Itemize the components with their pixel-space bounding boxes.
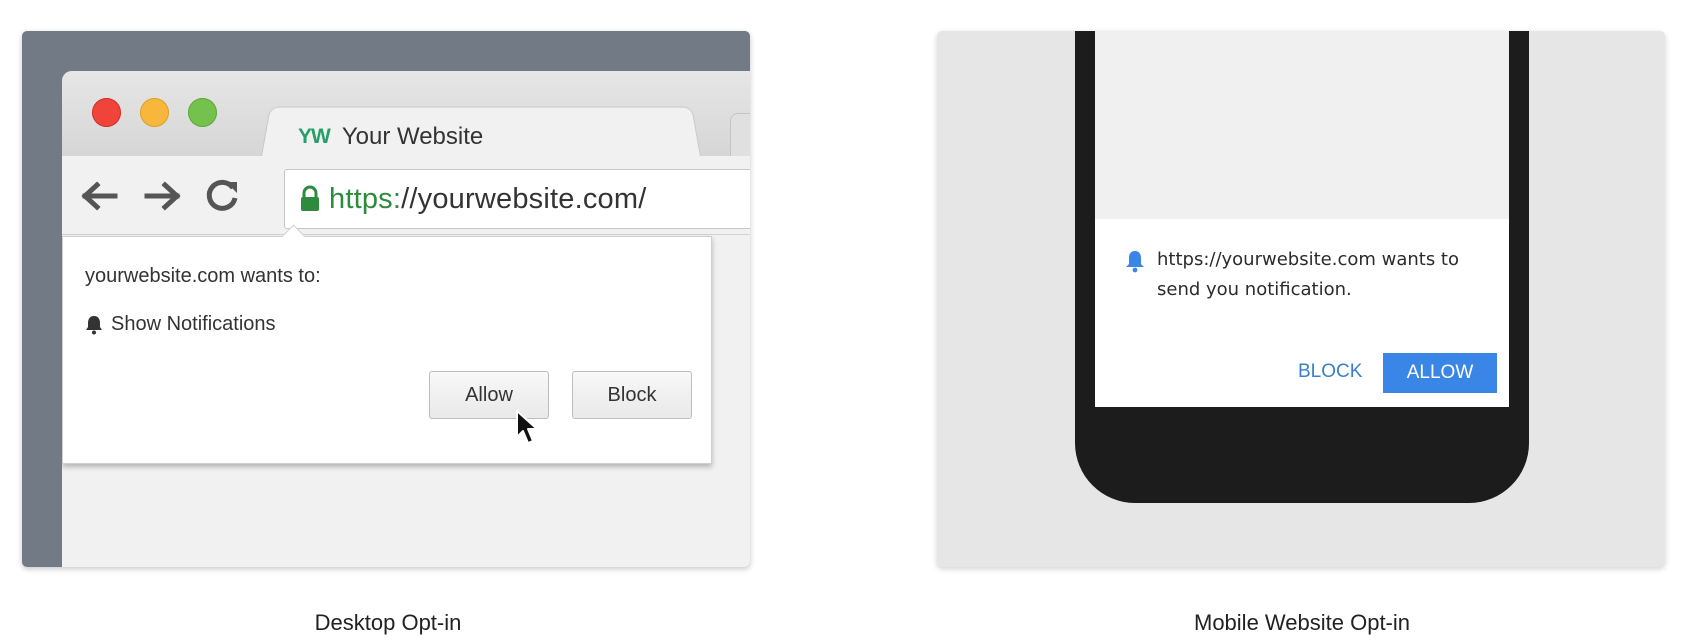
browser-toolbar: https://yourwebsite.com/ xyxy=(62,156,750,235)
cursor-icon xyxy=(516,410,538,444)
mobile-block-button[interactable]: BLOCK xyxy=(1298,353,1362,391)
mobile-notification-dialog: https://yourwebsite.com wants to send yo… xyxy=(1095,219,1509,407)
permission-popup: yourwebsite.com wants to: Show Notificat… xyxy=(62,224,712,464)
tab-content: YW Your Website xyxy=(298,119,483,155)
bell-icon xyxy=(86,315,102,334)
close-window-button[interactable] xyxy=(92,98,121,127)
browser-titlebar: YW Your Website xyxy=(62,71,750,162)
browser-window: YW Your Website https://yourwebsite.com/… xyxy=(62,71,750,567)
phone-screen-content xyxy=(1095,31,1509,219)
permission-label: Show Notifications xyxy=(111,313,276,335)
maximize-window-button[interactable] xyxy=(188,98,217,127)
block-button[interactable]: Block xyxy=(572,371,692,419)
url-text: https://yourwebsite.com/ xyxy=(329,183,647,216)
desktop-optin-panel: YW Your Website https://yourwebsite.com/… xyxy=(22,31,750,567)
forward-button[interactable] xyxy=(142,176,182,216)
arrow-left-icon xyxy=(81,181,118,211)
mobile-allow-button[interactable]: ALLOW xyxy=(1383,353,1497,393)
back-button[interactable] xyxy=(80,176,120,216)
tab-title: Your Website xyxy=(341,123,484,150)
url-scheme: https: xyxy=(329,182,402,215)
mobile-caption: Mobile Website Opt-in xyxy=(1193,610,1411,635)
permission-row: Show Notifications xyxy=(85,313,276,336)
address-bar[interactable]: https://yourwebsite.com/ xyxy=(284,169,750,229)
notification-message: https://yourwebsite.com wants to send yo… xyxy=(1157,249,1460,300)
site-favicon: YW xyxy=(298,125,331,148)
minimize-window-button[interactable] xyxy=(140,98,169,127)
illustration-stage: YW Your Website https://yourwebsite.com/… xyxy=(0,0,1696,640)
reload-button[interactable] xyxy=(202,176,242,216)
bell-icon xyxy=(1126,251,1144,273)
desktop-caption: Desktop Opt-in xyxy=(314,610,462,635)
new-tab-button[interactable] xyxy=(730,113,750,161)
arrow-right-icon xyxy=(144,181,181,211)
phone-device: https://yourwebsite.com wants to send yo… xyxy=(1075,31,1529,503)
reload-icon xyxy=(206,179,238,211)
popup-heading: yourwebsite.com wants to: xyxy=(85,265,321,287)
lock-icon xyxy=(299,185,321,213)
mobile-optin-panel: https://yourwebsite.com wants to send yo… xyxy=(937,31,1665,567)
url-path: //yourwebsite.com/ xyxy=(401,182,647,215)
